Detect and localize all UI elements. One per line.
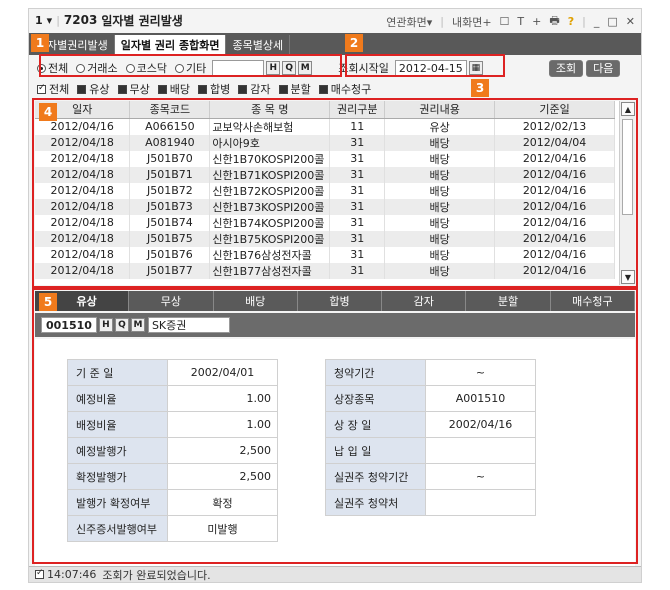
maximize-icon[interactable]: □ (607, 15, 617, 28)
check-dividend[interactable]: 배당 (157, 81, 190, 97)
rights-filter-row: 전체 유상 무상 배당 합병 감자 분할 매수청구 (29, 79, 641, 99)
annotation-badge-4: 4 (39, 103, 57, 121)
print-icon[interactable]: 🖶 (549, 12, 559, 31)
check-paid-in[interactable]: 유상 (77, 81, 110, 97)
my-screens-menu[interactable]: 내화면+ (452, 14, 492, 30)
status-time: 14:07:46 (47, 568, 97, 581)
plus-icon[interactable]: + (532, 15, 541, 28)
highlight-box-2 (345, 54, 505, 77)
screen-code: 7203 (63, 13, 98, 27)
highlight-box-1 (39, 54, 342, 77)
highlight-box-4 (32, 98, 638, 288)
text-icon[interactable]: T (517, 15, 524, 28)
check-free[interactable]: 무상 (117, 81, 150, 97)
close-icon[interactable]: ✕ (626, 15, 635, 28)
status-bar: 14:07:46 조회가 완료되었습니다. (29, 566, 641, 582)
help-icon[interactable]: ? (568, 15, 574, 28)
link-icon[interactable]: ☐ (500, 15, 510, 28)
title-bar: 1 ▾ | 7203 일자별 권리발생 연관화면▾ | 내화면+ ☐ T + 🖶… (29, 9, 641, 31)
page-title: 일자별 권리발생 (101, 13, 183, 28)
check-merger[interactable]: 합병 (198, 81, 230, 97)
tab-stock-detail[interactable]: 종목별상세 (226, 35, 291, 55)
annotation-badge-2: 2 (345, 34, 363, 52)
annotation-badge-1: 1 (31, 34, 49, 52)
chevron-down-icon[interactable]: ▾ (47, 14, 53, 27)
annotation-badge-3: 3 (471, 79, 489, 97)
check-split[interactable]: 분할 (278, 81, 311, 97)
screen-tabs: 자별권리발생 일자별 권리 종합화면 종목별상세 (29, 33, 641, 55)
annotation-badge-5: 5 (39, 293, 57, 311)
next-button[interactable]: 다음 (586, 59, 621, 77)
app-window: 1 ▾ | 7203 일자별 권리발생 연관화면▾ | 내화면+ ☐ T + 🖶… (28, 8, 642, 583)
check-all[interactable]: 전체 (37, 81, 69, 97)
status-message: 조회가 완료되었습니다. (102, 568, 211, 582)
search-button[interactable]: 조회 (548, 59, 584, 77)
check-buyback[interactable]: 매수청구 (318, 81, 371, 97)
status-check-icon (35, 568, 44, 579)
highlight-box-5 (32, 288, 638, 564)
screen-number[interactable]: 1 (35, 14, 43, 27)
tab-daily-rights-summary[interactable]: 일자별 권리 종합화면 (114, 35, 227, 55)
related-screens-menu[interactable]: 연관화면▾ (386, 14, 432, 30)
check-reduction[interactable]: 감자 (238, 81, 271, 97)
minimize-icon[interactable]: _ (594, 15, 600, 28)
separator: | (56, 13, 60, 27)
